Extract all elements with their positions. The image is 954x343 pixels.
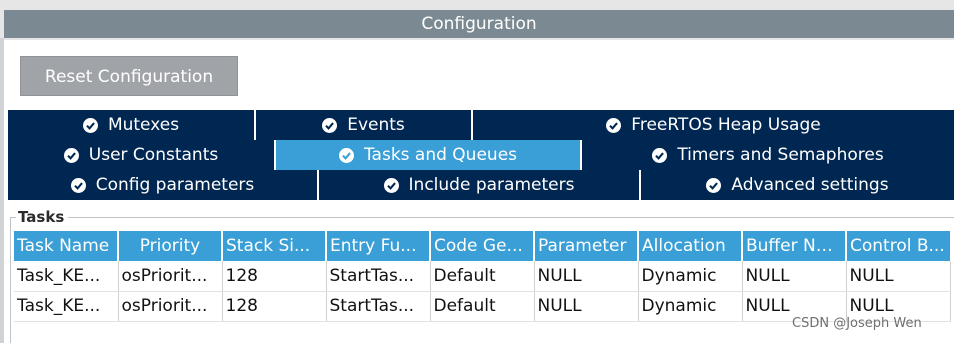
cell-allocation: Dynamic	[638, 291, 743, 322]
tab-label: Advanced settings	[731, 175, 889, 195]
check-circle-icon	[652, 147, 668, 163]
cell-parameter: NULL	[534, 291, 639, 322]
column-header-parameter[interactable]: Parameter	[534, 231, 639, 261]
reset-configuration-button[interactable]: Reset Configuration	[20, 56, 238, 96]
check-circle-icon	[606, 117, 622, 133]
cell-stack-size: 128	[222, 261, 327, 292]
column-header-control-block[interactable]: Control B...	[846, 231, 950, 261]
cell-allocation: Dynamic	[638, 261, 743, 292]
check-circle-icon	[70, 177, 86, 193]
tasks-group-legend: Tasks	[16, 208, 69, 226]
tab-include-parameters[interactable]: Include parameters	[319, 170, 641, 200]
column-header-code-generation[interactable]: Code Ge...	[430, 231, 535, 261]
cell-code-generation: Default	[430, 291, 535, 322]
tab-label: User Constants	[88, 145, 219, 165]
tab-label: Config parameters	[95, 175, 255, 195]
column-header-task-name[interactable]: Task Name	[14, 231, 119, 261]
cell-control-block: NULL	[846, 261, 951, 292]
table-row[interactable]: Task_KE... osPriorit... 128 StartTas... …	[14, 261, 951, 292]
watermark: CSDN @Joseph Wen	[792, 316, 922, 331]
check-circle-icon	[338, 147, 354, 163]
title-bar: Configuration	[0, 0, 954, 40]
cell-parameter: NULL	[534, 261, 639, 292]
tab-label: Events	[347, 115, 405, 135]
tab-config-parameters[interactable]: Config parameters	[8, 170, 319, 200]
cell-entry-function: StartTas...	[326, 291, 431, 322]
left-border	[0, 38, 4, 343]
cell-code-generation: Default	[430, 261, 535, 292]
tab-label: Tasks and Queues	[363, 145, 518, 165]
column-header-entry-function[interactable]: Entry Fu...	[326, 231, 431, 261]
tab-tasks-and-queues[interactable]: Tasks and Queues	[276, 140, 582, 170]
tab-label: Timers and Semaphores	[677, 145, 884, 165]
tab-row-3: Config parameters Include parameters Adv…	[8, 170, 954, 200]
column-header-buffer-name[interactable]: Buffer Na...	[742, 231, 847, 261]
tab-advanced-settings[interactable]: Advanced settings	[641, 170, 954, 200]
tab-label: Mutexes	[107, 115, 180, 135]
check-circle-icon	[82, 117, 98, 133]
column-header-priority[interactable]: Priority	[118, 231, 223, 261]
tasks-table: Task Name Priority Stack Si... Entry Fu.…	[14, 231, 951, 322]
cell-priority: osPriorit...	[118, 291, 223, 322]
check-circle-icon	[706, 177, 722, 193]
tab-freertos-heap-usage[interactable]: FreeRTOS Heap Usage	[473, 110, 954, 140]
cell-priority: osPriorit...	[118, 261, 223, 292]
window-title: Configuration	[4, 10, 954, 38]
tab-events[interactable]: Events	[256, 110, 473, 140]
check-circle-icon	[63, 147, 79, 163]
check-circle-icon	[322, 117, 338, 133]
cell-entry-function: StartTas...	[326, 261, 431, 292]
tab-row-2: User Constants Tasks and Queues Timers a…	[8, 140, 954, 170]
tab-row-1: Mutexes Events FreeRTOS Heap Usage	[8, 110, 954, 140]
cell-buffer-name: NULL	[742, 261, 847, 292]
check-circle-icon	[383, 177, 399, 193]
tab-label: Include parameters	[408, 175, 575, 195]
cell-stack-size: 128	[222, 291, 327, 322]
column-header-allocation[interactable]: Allocation	[638, 231, 743, 261]
table-header-row: Task Name Priority Stack Si... Entry Fu.…	[14, 231, 950, 261]
cell-task-name: Task_KE...	[14, 291, 119, 322]
tab-label: FreeRTOS Heap Usage	[631, 115, 821, 135]
tab-timers-and-semaphores[interactable]: Timers and Semaphores	[582, 140, 954, 170]
cell-task-name: Task_KE...	[14, 261, 119, 292]
column-header-stack-size[interactable]: Stack Si...	[222, 231, 327, 261]
tab-user-constants[interactable]: User Constants	[8, 140, 276, 170]
tab-mutexes[interactable]: Mutexes	[8, 110, 256, 140]
